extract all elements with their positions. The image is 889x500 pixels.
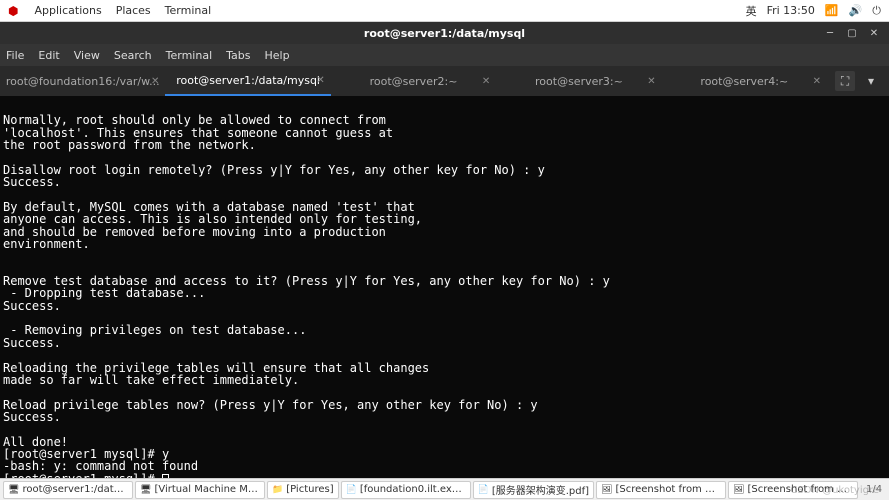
task-label: root@server1:/data/m... — [22, 484, 128, 495]
terminal-menu-bar: File Edit View Search Terminal Tabs Help — [0, 44, 889, 66]
task-item-pdf1[interactable]: 📄 [foundation0.ilt.exampl... — [341, 481, 471, 499]
menu-help[interactable]: Help — [265, 49, 290, 62]
tab-bar: root@foundation16:/var/w... ✕ root@serve… — [0, 66, 889, 96]
menu-places[interactable]: Places — [116, 4, 151, 17]
image-icon: 🖼 — [601, 485, 612, 495]
tab-label: root@server4:~ — [700, 75, 788, 88]
menu-terminal[interactable]: Terminal — [165, 4, 212, 17]
menu-search[interactable]: Search — [114, 49, 152, 62]
task-label: [Pictures] — [286, 484, 333, 495]
window-title: root@server1:/data/mysql — [364, 27, 525, 40]
task-item-pictures[interactable]: 📁 [Pictures] — [267, 481, 339, 499]
document-icon: 📄 — [346, 485, 357, 495]
menu-view[interactable]: View — [74, 49, 100, 62]
tab-1[interactable]: root@server1:/data/mysql ✕ — [165, 66, 330, 96]
power-icon[interactable]: ⏻ — [872, 4, 881, 18]
task-item-terminal[interactable]: 🖥 root@server1:/data/m... — [3, 481, 133, 499]
terminal-text: Normally, root should only be allowed to… — [3, 113, 610, 478]
menu-applications[interactable]: Applications — [34, 4, 101, 17]
menu-edit[interactable]: Edit — [38, 49, 59, 62]
window-titlebar: root@server1:/data/mysql ─ ▢ ✕ — [0, 22, 889, 44]
tab-3[interactable]: root@server3:~ ✕ — [496, 66, 661, 96]
wifi-icon[interactable]: 📶 — [825, 4, 839, 17]
tab-overview-button[interactable]: ⛶ — [835, 71, 855, 91]
task-label: [Screenshot from 202... — [747, 484, 853, 495]
tab-0[interactable]: root@foundation16:/var/w... ✕ — [0, 66, 165, 96]
close-icon[interactable]: ✕ — [482, 76, 490, 87]
image-icon: 🖼 — [733, 485, 744, 495]
taskbar: 🖥 root@server1:/data/m... 🖥 [Virtual Mac… — [0, 478, 889, 500]
tab-label: root@server1:/data/mysql — [176, 74, 320, 87]
task-label: [foundation0.ilt.exampl... — [360, 484, 466, 495]
tab-label: root@server2:~ — [370, 75, 458, 88]
folder-icon: 📁 — [272, 485, 283, 495]
vm-icon: 🖥 — [140, 485, 151, 495]
tab-2[interactable]: root@server2:~ ✕ — [331, 66, 496, 96]
distro-icon: ⬢ — [8, 4, 18, 18]
tab-4[interactable]: root@server4:~ ✕ — [662, 66, 827, 96]
close-icon[interactable]: ✕ — [813, 76, 821, 87]
window-minimize-button[interactable]: ─ — [823, 26, 837, 40]
document-icon: 📄 — [478, 485, 489, 495]
window-maximize-button[interactable]: ▢ — [845, 26, 859, 40]
close-icon[interactable]: ✕ — [647, 76, 655, 87]
task-item-vmm[interactable]: 🖥 [Virtual Machine Manag... — [135, 481, 265, 499]
clock[interactable]: Fri 13:50 — [767, 4, 815, 17]
menu-terminal[interactable]: Terminal — [166, 49, 213, 62]
volume-icon[interactable]: 🔊 — [849, 4, 863, 17]
close-icon[interactable]: ✕ — [151, 76, 159, 87]
menu-file[interactable]: File — [6, 49, 24, 62]
terminal-icon: 🖥 — [8, 485, 19, 495]
task-item-screenshot1[interactable]: 🖼 [Screenshot from 202... — [596, 481, 726, 499]
task-label: [Virtual Machine Manag... — [154, 484, 260, 495]
terminal-output[interactable]: Normally, root should only be allowed to… — [0, 96, 889, 478]
task-label: [Screenshot from 202... — [615, 484, 721, 495]
window-close-button[interactable]: ✕ — [867, 26, 881, 40]
menu-tabs[interactable]: Tabs — [226, 49, 250, 62]
gnome-topbar: ⬢ Applications Places Terminal 英 Fri 13:… — [0, 0, 889, 22]
tab-label: root@foundation16:/var/w... — [6, 75, 160, 88]
tab-menu-button[interactable]: ▾ — [861, 71, 881, 91]
tab-label: root@server3:~ — [535, 75, 623, 88]
close-icon[interactable]: ✕ — [316, 75, 324, 86]
ime-indicator[interactable]: 英 — [746, 3, 757, 19]
task-label: [服务器架构演变.pdf] — [492, 482, 589, 497]
task-item-screenshot2[interactable]: 🖼 [Screenshot from 202... — [728, 481, 858, 499]
task-item-pdf2[interactable]: 📄 [服务器架构演变.pdf] — [473, 481, 594, 499]
workspace-indicator[interactable]: 1/4 — [860, 484, 888, 495]
